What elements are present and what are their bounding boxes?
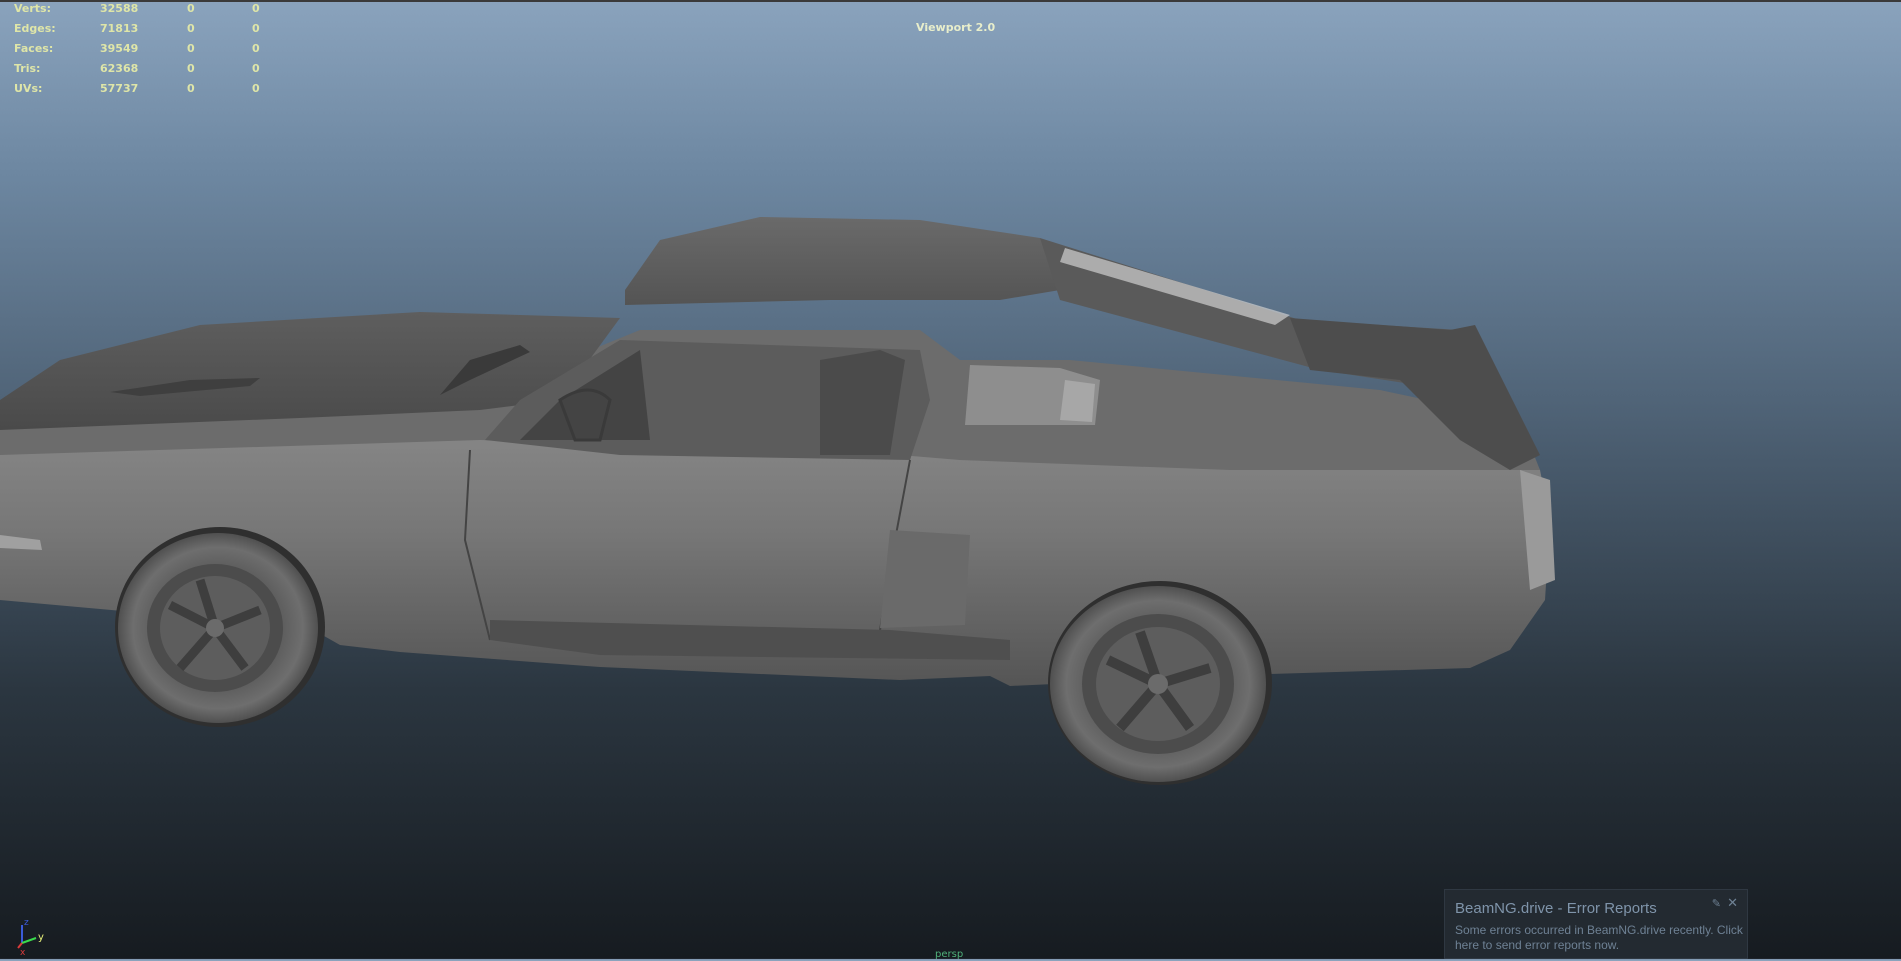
toast-title: BeamNG.drive - Error Reports <box>1455 900 1657 917</box>
seat <box>820 350 905 455</box>
close-icon[interactable]: ✕ <box>1727 895 1738 911</box>
front-wheel <box>115 527 325 727</box>
axis-y-label: y <box>38 932 44 943</box>
pin-icon[interactable]: ✎ <box>1712 897 1721 910</box>
axis-x-label: x <box>20 948 26 956</box>
axis-gizmo-icon: y z x <box>14 916 54 958</box>
axis-z-label: z <box>24 918 29 928</box>
viewport-3d[interactable]: Verts: 32588 0 0 Edges: 71813 0 0 Faces:… <box>0 0 1901 960</box>
toast-body[interactable]: Some errors occurred in BeamNG.drive rec… <box>1455 923 1745 953</box>
car-roof <box>625 217 1070 305</box>
rear-wheel <box>1048 581 1272 785</box>
camera-name-label: persp <box>935 949 964 960</box>
quarter-vent-inner <box>1060 380 1095 422</box>
car-model[interactable] <box>0 0 1901 959</box>
error-report-toast[interactable]: BeamNG.drive - Error Reports ✎ ✕ Some er… <box>1444 889 1748 959</box>
side-scoop <box>880 530 970 628</box>
